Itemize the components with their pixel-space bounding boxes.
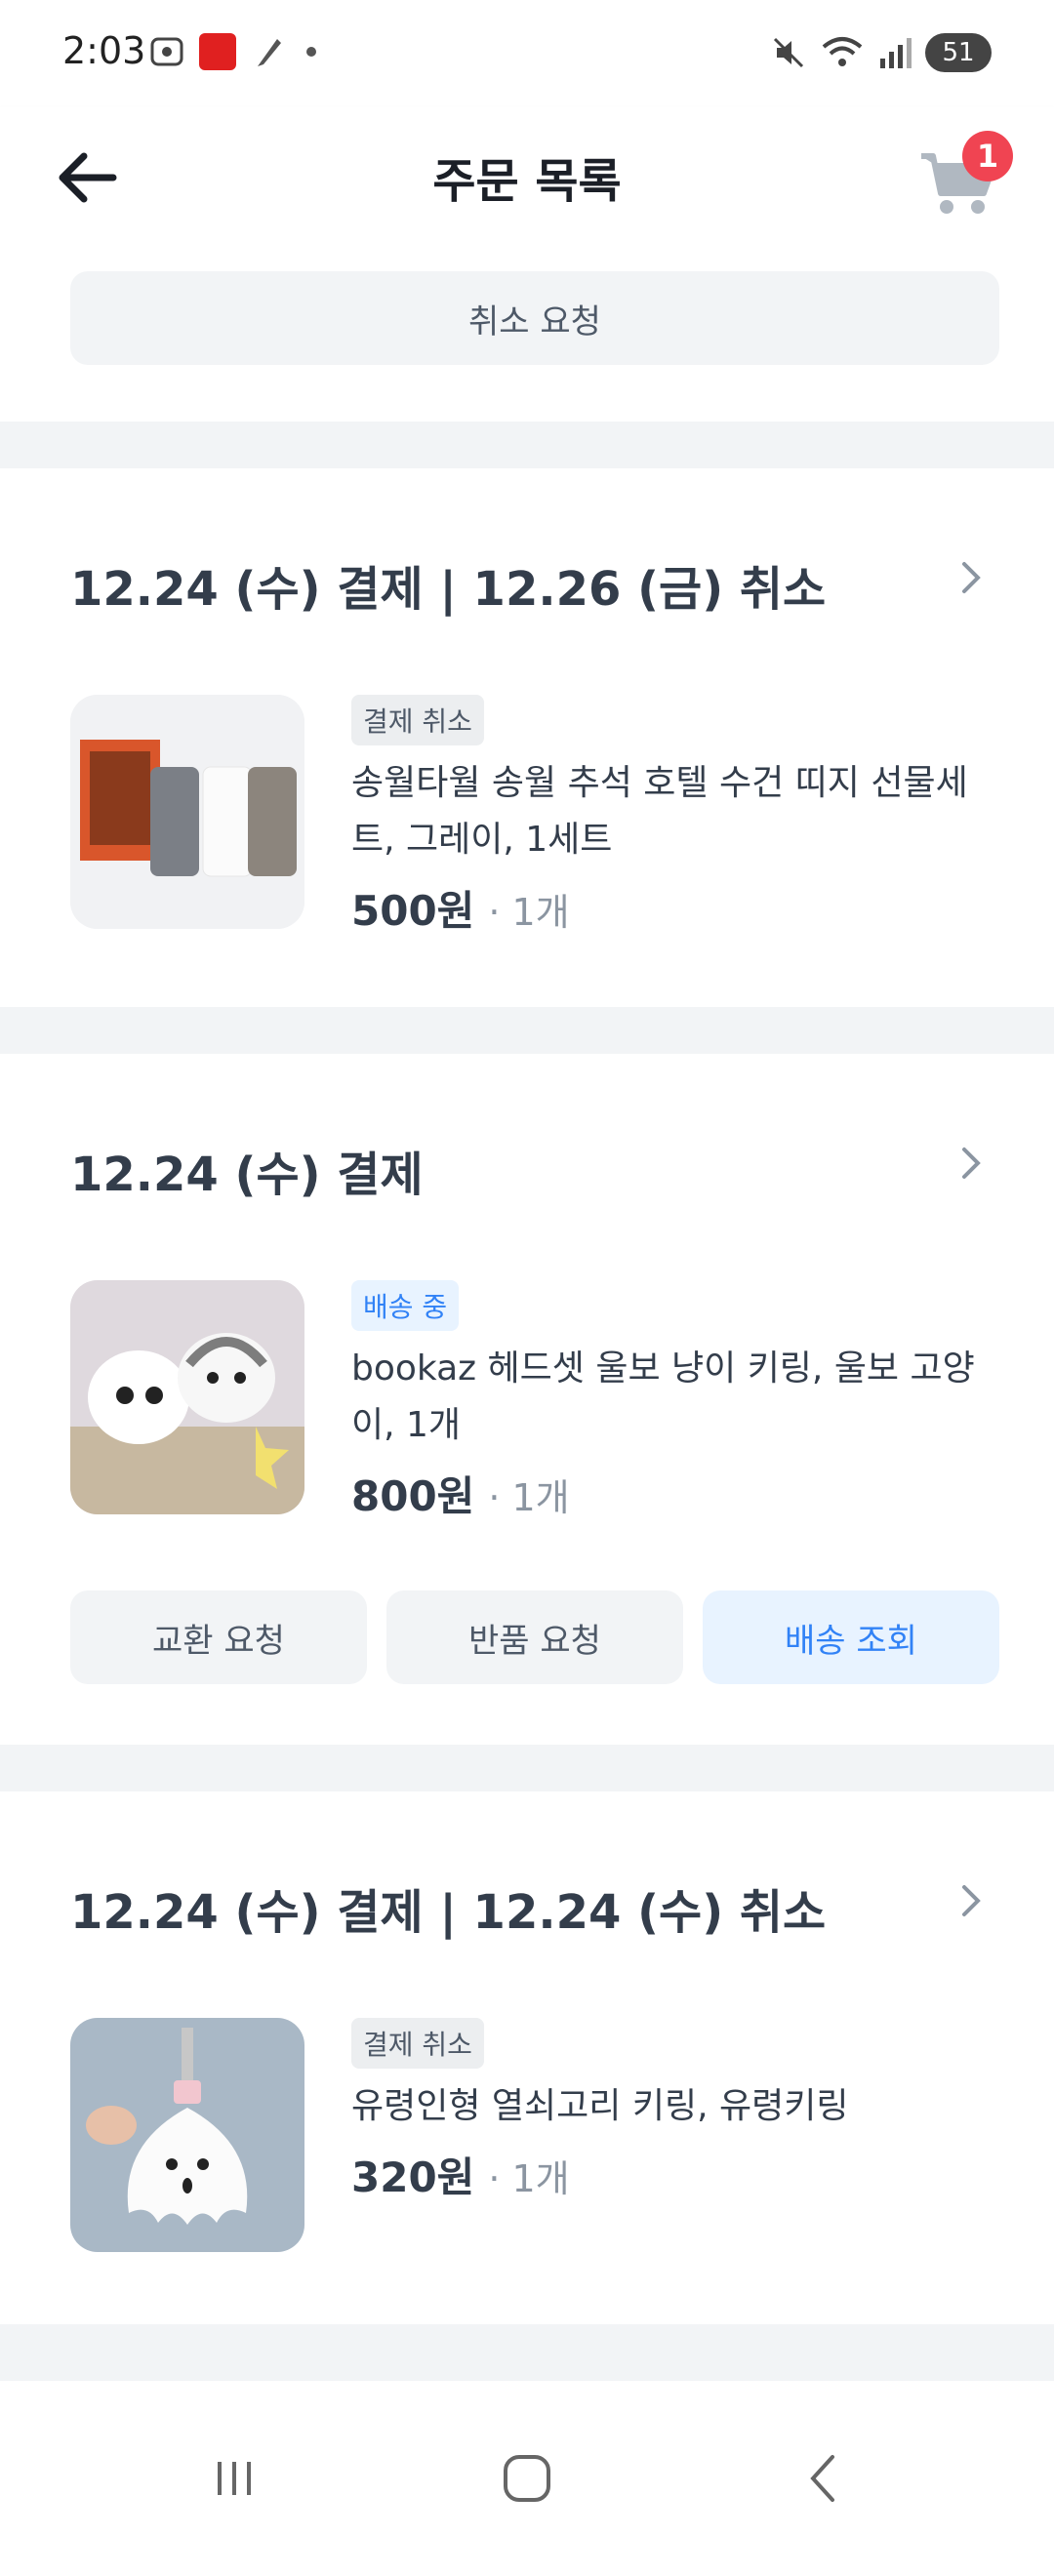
status-notification-icons bbox=[148, 33, 316, 70]
quantity: · 1개 bbox=[488, 2157, 570, 2200]
status-badge: 결제 취소 bbox=[351, 2018, 484, 2069]
feather-icon bbox=[250, 33, 287, 70]
signal-icon bbox=[880, 38, 912, 68]
cancel-request-button[interactable]: 취소 요청 bbox=[70, 271, 999, 365]
status-time: 2:03 bbox=[62, 29, 146, 72]
product-name: 유령인형 열쇠고리 키링, 유령키링 bbox=[351, 2086, 849, 2126]
divider bbox=[0, 422, 1054, 468]
order-header: 12.24 (수) 결제 bbox=[70, 1147, 424, 1202]
divider bbox=[0, 2324, 1054, 2371]
towel-gift-set-image bbox=[70, 695, 304, 929]
battery-indicator: 51 bbox=[925, 33, 992, 72]
quantity: · 1개 bbox=[488, 891, 570, 934]
status-badge: 배송 중 bbox=[351, 1280, 460, 1331]
divider bbox=[0, 1007, 1054, 1054]
divider bbox=[0, 1745, 1054, 1791]
screenshot-icon bbox=[148, 33, 185, 70]
return-request-button[interactable]: 반품 요청 bbox=[386, 1590, 683, 1684]
app-notification-icon bbox=[199, 33, 236, 70]
price: 500원 bbox=[351, 887, 475, 935]
product-info: 결제 취소 송월타월 송월 추석 호텔 수건 띠지 선물세트, 그레이, 1세트… bbox=[351, 695, 1005, 938]
track-delivery-button[interactable]: 배송 조회 bbox=[703, 1590, 999, 1684]
chevron-right-icon[interactable] bbox=[956, 1881, 986, 1920]
cart-count-badge: 1 bbox=[962, 131, 1013, 181]
price: 320원 bbox=[351, 2153, 475, 2201]
page-title: 주문 목록 bbox=[432, 154, 622, 209]
order-list: 취소 요청 12.24 (수) 결제 | 12.26 (금) 취소 결제 취소 … bbox=[0, 254, 1054, 2371]
quantity: · 1개 bbox=[488, 1476, 570, 1519]
order-card-3[interactable]: 12.24 (수) 결제 | 12.24 (수) 취소 결제 취소 유령인형 열… bbox=[0, 1791, 1054, 2324]
status-system-icons: 51 bbox=[771, 33, 992, 72]
product-info: 배송 중 bookaz 헤드셋 울보 냥이 키링, 울보 고양이, 1개 800… bbox=[351, 1280, 1005, 1523]
app-bar: 주문 목록 1 bbox=[0, 107, 1054, 254]
price-row: 320원 · 1개 bbox=[351, 2145, 1005, 2204]
chevron-right-icon[interactable] bbox=[956, 1144, 986, 1183]
home-button[interactable] bbox=[488, 2439, 566, 2517]
product-thumbnail[interactable] bbox=[70, 2018, 304, 2252]
order-card-2[interactable]: 12.24 (수) 결제 배송 중 bookaz 헤드셋 울보 냥이 키링, 울… bbox=[0, 1054, 1054, 1745]
home-icon bbox=[504, 2455, 550, 2502]
order-header: 12.24 (수) 결제 | 12.26 (금) 취소 bbox=[70, 562, 827, 617]
product-name: 송월타월 송월 추석 호텔 수건 띠지 선물세트, 그레이, 1세트 bbox=[351, 763, 968, 860]
product-info: 결제 취소 유령인형 열쇠고리 키링, 유령키링 320원 · 1개 bbox=[351, 2018, 1005, 2204]
nav-back-icon bbox=[810, 2455, 834, 2502]
product-thumbnail[interactable] bbox=[70, 1280, 304, 1514]
exchange-request-button[interactable]: 교환 요청 bbox=[70, 1590, 367, 1684]
order-card-partial: 취소 요청 bbox=[0, 254, 1054, 422]
nav-back-button[interactable] bbox=[785, 2439, 863, 2517]
mute-icon bbox=[773, 37, 804, 68]
product-thumbnail[interactable] bbox=[70, 695, 304, 929]
order-header: 12.24 (수) 결제 | 12.24 (수) 취소 bbox=[70, 1885, 827, 1940]
order-card-1[interactable]: 12.24 (수) 결제 | 12.26 (금) 취소 결제 취소 송월타월 송… bbox=[0, 468, 1054, 1007]
status-bar: 2:03 51 bbox=[0, 0, 1054, 107]
system-navigation-bar bbox=[0, 2381, 1054, 2576]
price-row: 800원 · 1개 bbox=[351, 1464, 1005, 1523]
ghost-keyring-image bbox=[70, 2018, 304, 2252]
cat-keyring-image bbox=[70, 1280, 304, 1514]
price-row: 500원 · 1개 bbox=[351, 878, 1005, 938]
price: 800원 bbox=[351, 1472, 475, 1520]
recent-apps-icon bbox=[218, 2462, 251, 2495]
product-name: bookaz 헤드셋 울보 냥이 키링, 울보 고양이, 1개 bbox=[351, 1348, 975, 1445]
chevron-right-icon[interactable] bbox=[956, 558, 986, 597]
cart-button[interactable]: 1 bbox=[915, 131, 1013, 224]
status-badge: 결제 취소 bbox=[351, 695, 484, 745]
recent-apps-button[interactable] bbox=[195, 2439, 273, 2517]
more-notifications-dot bbox=[306, 47, 316, 57]
wifi-icon bbox=[822, 37, 863, 66]
